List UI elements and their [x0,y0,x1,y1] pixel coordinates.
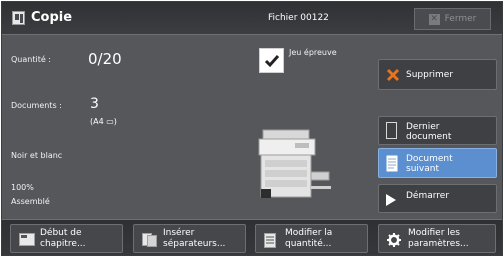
last-document-line1: Dernier [406,122,440,132]
modify-params-line2: paramètres... [408,239,469,249]
gear-icon [387,233,401,247]
copy-app-icon [12,11,25,25]
delete-x-icon [386,68,400,82]
modify-params-label: Modifier les paramètres... [408,228,469,250]
insert-separators-line2: séparateurs... [163,239,226,249]
delete-label: Supprimer [406,70,454,80]
modify-params-line1: Modifier les [408,228,460,238]
last-document-button[interactable]: Dernier document [378,116,497,145]
last-document-line2: document [406,132,452,142]
separator-sheets-icon [142,233,157,247]
header-bar: Copie Fichier 00122 ✕ Fermer [2,2,502,35]
copy-screen: Copie Fichier 00122 ✕ Fermer Quantité : … [1,1,503,256]
modify-quantity-button[interactable]: Modifier la quantité... [255,224,368,253]
chapter-start-button[interactable]: Début de chapitre... [10,224,123,253]
insert-separators-label: Insérer séparateurs... [163,228,225,250]
insert-separators-line1: Insérer [163,228,195,238]
play-icon [386,194,396,206]
document-outline-icon [386,122,397,139]
insert-separators-button[interactable]: Insérer séparateurs... [133,224,246,253]
modify-quantity-label: Modifier la quantité... [285,228,332,250]
modify-params-button[interactable]: Modifier les paramètres... [378,224,496,253]
document-icon [386,155,398,172]
finishing-mode: Assemblé [11,197,50,206]
zoom-value: 100% [11,183,34,192]
chapter-page-icon [19,233,35,246]
quantity-document-icon [264,233,276,248]
documents-size: (A4 ▭) [90,117,117,126]
documents-count: 3 [90,96,99,112]
quantity-value: 0/20 [88,50,122,68]
next-document-line1: Document [406,154,453,164]
last-document-label: Dernier document [406,122,451,142]
close-button[interactable]: ✕ Fermer [414,8,491,30]
modify-quantity-line1: Modifier la [285,228,333,238]
next-document-line2: suivant [406,164,439,174]
sample-set-checkbox[interactable] [259,48,284,73]
documents-label: Documents : [11,101,62,110]
copier-machine-icon [258,129,331,198]
next-document-button[interactable]: Document suivant [378,148,497,178]
quantity-label: Quantité : [11,55,51,64]
close-label: Fermer [444,14,477,24]
chapter-start-line2: chapitre... [40,239,86,249]
bottom-toolbar: Début de chapitre... Insérer séparateurs… [2,219,502,255]
app-title: Copie [31,10,73,25]
sample-set-label: Jeu épreuve [289,48,337,57]
delete-button[interactable]: Supprimer [378,59,497,90]
chapter-start-label: Début de chapitre... [40,228,86,250]
file-name: Fichier 00122 [268,13,329,23]
start-label: Démarrer [406,191,450,201]
close-icon: ✕ [428,13,440,25]
modify-quantity-line2: quantité... [285,239,332,249]
next-document-label: Document suivant [406,154,453,174]
chapter-start-line1: Début de [40,228,82,238]
checkmark-icon [264,54,279,67]
start-button[interactable]: Démarrer [378,184,497,213]
color-mode: Noir et blanc [11,151,63,160]
